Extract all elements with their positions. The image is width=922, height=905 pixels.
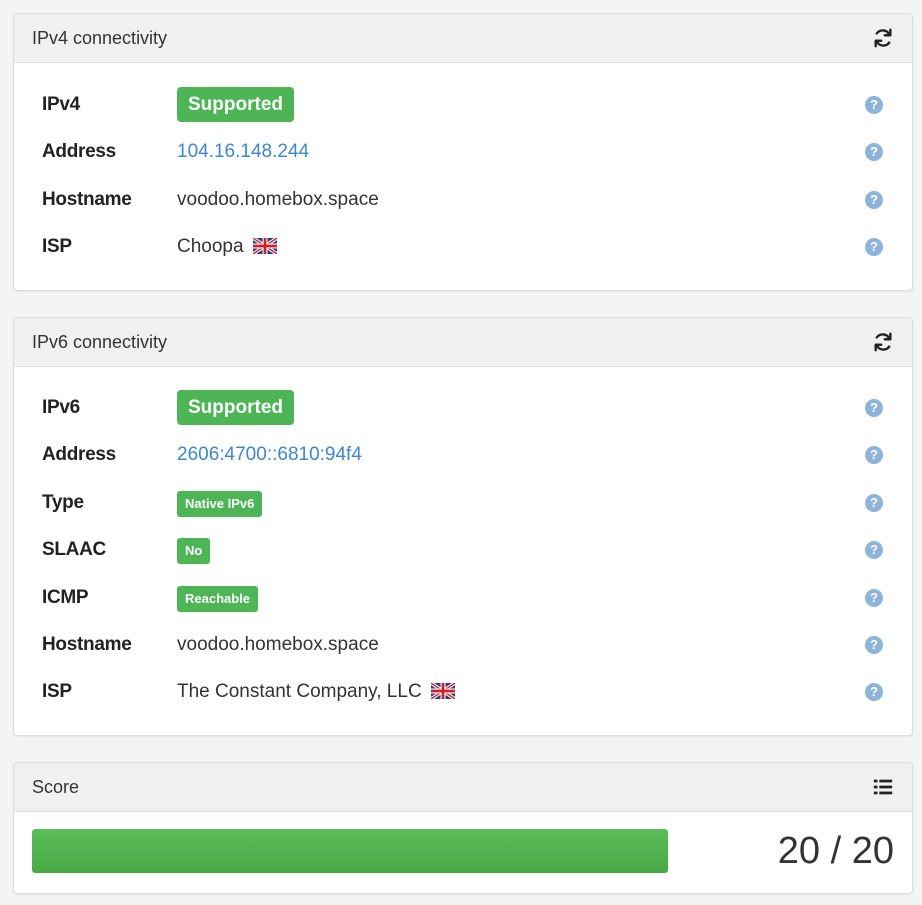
ipv4-isp-row: ISP Choopa ?: [14, 227, 912, 267]
score-panel-title: Score: [32, 777, 80, 797]
refresh-icon[interactable]: [872, 27, 894, 49]
ipv6-panel-header: IPv6 connectivity: [14, 318, 912, 367]
ipv4-hostname-row: Hostname voodoo.homebox.space ?: [14, 180, 912, 220]
score-panel-header: Score: [14, 763, 912, 812]
help-icon[interactable]: ?: [865, 143, 883, 161]
ipv6-panel: IPv6 connectivity IPv6 Supported ? Addre…: [13, 317, 913, 736]
ipv4-status-label: IPv4: [42, 94, 80, 115]
gb-flag-icon: [252, 238, 277, 254]
help-icon[interactable]: ?: [865, 589, 883, 607]
ipv4-address-label: Address: [42, 141, 116, 162]
ipv4-address-row: Address 104.16.148.244 ?: [14, 132, 912, 172]
ipv6-isp-value: The Constant Company, LLC: [177, 672, 455, 712]
help-icon[interactable]: ?: [865, 541, 883, 559]
ipv6-slaac-label: SLAAC: [42, 539, 106, 560]
help-icon[interactable]: ?: [865, 238, 883, 256]
ipv4-hostname-value: voodoo.homebox.space: [177, 189, 379, 210]
help-icon[interactable]: ?: [865, 636, 883, 654]
list-icon[interactable]: [872, 776, 894, 798]
ipv4-isp-label: ISP: [42, 236, 72, 257]
ipv6-icmp-label: ICMP: [42, 587, 89, 608]
ipv6-hostname-row: Hostname voodoo.homebox.space ?: [14, 625, 912, 665]
ipv6-hostname-value: voodoo.homebox.space: [177, 634, 379, 655]
ipv6-isp-name: The Constant Company, LLC: [177, 681, 422, 702]
help-icon[interactable]: ?: [865, 446, 883, 464]
ipv6-address-label: Address: [42, 444, 116, 465]
ipv4-supported-badge: Supported: [177, 87, 294, 122]
ipv6-supported-badge: Supported: [177, 390, 294, 425]
ipv6-icmp-badge: Reachable: [177, 586, 259, 612]
help-icon[interactable]: ?: [865, 191, 883, 209]
help-icon[interactable]: ?: [865, 494, 883, 512]
score-progress-bar: [32, 829, 668, 873]
ipv6-type-label: Type: [42, 492, 84, 513]
score-value: 20 / 20: [777, 830, 894, 872]
ipv4-panel-title: IPv4 connectivity: [32, 28, 168, 48]
ipv6-isp-row: ISP The Constant Company, LLC ?: [14, 672, 912, 712]
ipv4-hostname-label: Hostname: [42, 189, 132, 210]
ipv4-address-link[interactable]: 104.16.148.244: [177, 132, 309, 172]
ipv4-panel-header: IPv4 connectivity: [14, 14, 912, 63]
ipv6-slaac-badge: No: [177, 538, 211, 564]
ipv6-type-row: Type Native IPv6 ?: [14, 483, 912, 523]
ipv4-isp-name: Choopa: [177, 236, 244, 257]
help-icon[interactable]: ?: [865, 683, 883, 701]
ipv6-slaac-row: SLAAC No ?: [14, 530, 912, 570]
help-icon[interactable]: ?: [865, 96, 883, 114]
help-icon[interactable]: ?: [865, 399, 883, 417]
gb-flag-icon: [430, 683, 455, 699]
refresh-icon[interactable]: [872, 331, 894, 353]
ipv6-address-row: Address 2606:4700::6810:94f4 ?: [14, 435, 912, 475]
ipv6-status-row: IPv6 Supported ?: [14, 388, 912, 428]
score-panel: Score 20 / 20: [13, 762, 913, 894]
ipv6-icmp-row: ICMP Reachable ?: [14, 578, 912, 618]
ipv6-address-link[interactable]: 2606:4700::6810:94f4: [177, 435, 362, 475]
ipv4-isp-value: Choopa: [177, 227, 277, 267]
ipv4-status-row: IPv4 Supported ?: [14, 85, 912, 125]
ipv4-panel: IPv4 connectivity IPv4 Supported ? Addre…: [13, 13, 913, 291]
ipv6-type-badge: Native IPv6: [177, 491, 263, 517]
ipv6-isp-label: ISP: [42, 681, 72, 702]
ipv6-status-label: IPv6: [42, 397, 80, 418]
ipv6-hostname-label: Hostname: [42, 634, 132, 655]
ipv6-panel-title: IPv6 connectivity: [32, 332, 168, 352]
score-progress-fill: [32, 829, 668, 873]
